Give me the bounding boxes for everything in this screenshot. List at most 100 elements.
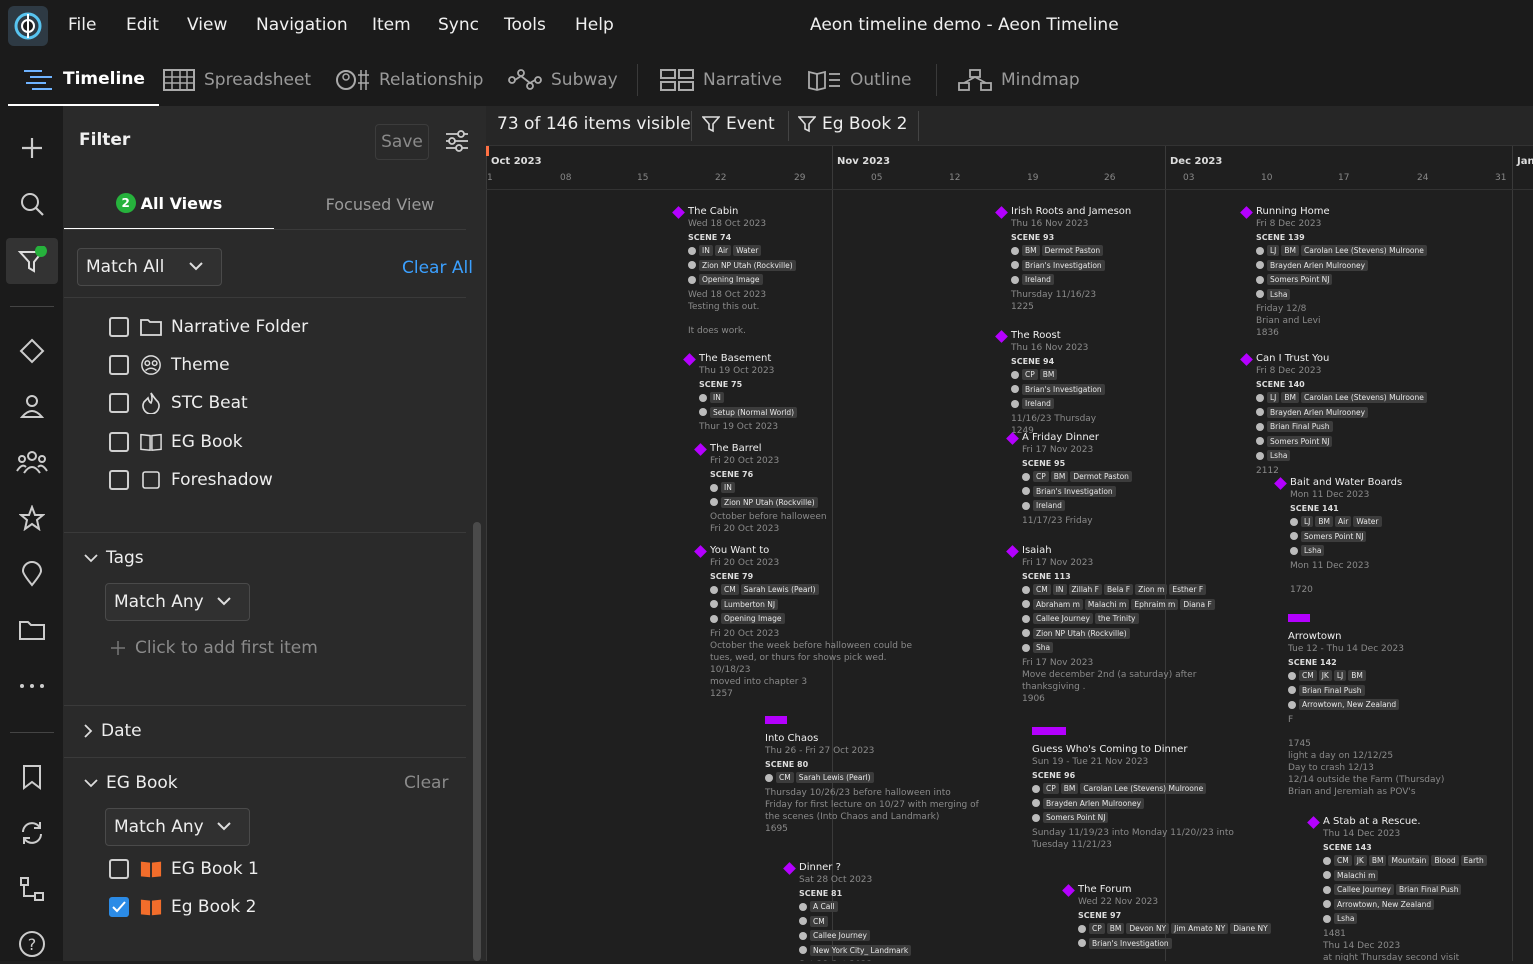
eg-book-section-header[interactable]: EG Book bbox=[84, 773, 178, 793]
event-tag[interactable]: BM bbox=[1368, 855, 1387, 866]
event-tag[interactable]: A Call bbox=[810, 901, 838, 912]
person-icon[interactable] bbox=[12, 386, 52, 426]
event-tag[interactable]: Somers Point NJ bbox=[1267, 435, 1333, 447]
eg-book-match-dropdown[interactable]: Match Any bbox=[105, 808, 250, 846]
aeon-logo-icon[interactable] bbox=[8, 6, 48, 46]
event-tag[interactable]: Lumberton NJ bbox=[721, 598, 779, 610]
timeline-event[interactable]: Running Home Fri 8 Dec 2023 SCENE 139 LJ BM C… bbox=[1240, 206, 1533, 339]
event-tag[interactable]: Brian's Investigation bbox=[1033, 485, 1116, 497]
event-diamond-icon[interactable] bbox=[995, 330, 1008, 343]
add-first-tag-button[interactable]: Click to add first item bbox=[110, 638, 318, 658]
event-tag[interactable]: Setup (Normal World) bbox=[710, 406, 798, 418]
event-tag[interactable]: Dermot Paston bbox=[1070, 471, 1132, 482]
timeline-event[interactable]: Into Chaos Thu 26 - Fri 27 Oct 2023 SCENE … bbox=[765, 716, 1065, 835]
event-tag[interactable]: Sha bbox=[1033, 642, 1054, 653]
eg-book-clear-link[interactable]: Clear bbox=[404, 773, 448, 793]
tab-focused-view[interactable]: Focused View bbox=[274, 178, 486, 230]
event-diamond-icon[interactable] bbox=[694, 443, 707, 456]
event-diamond-icon[interactable] bbox=[995, 206, 1008, 219]
type-filter-theme[interactable]: Theme bbox=[109, 352, 230, 378]
event-tag[interactable]: Callee Journey bbox=[810, 930, 870, 941]
tab-outline[interactable]: Outline bbox=[807, 54, 912, 106]
event-tag[interactable]: Lsha bbox=[1301, 545, 1325, 556]
event-tag[interactable]: Somers Point NJ bbox=[1301, 530, 1367, 542]
date-section-header[interactable]: Date bbox=[84, 721, 142, 741]
clear-all-link[interactable]: Clear All bbox=[402, 258, 473, 278]
event-duration-bar[interactable] bbox=[765, 716, 787, 724]
event-tag[interactable]: Air bbox=[1335, 516, 1352, 527]
event-tag[interactable]: Mountain bbox=[1388, 855, 1430, 866]
timeline-event[interactable]: The Barrel Fri 20 Oct 2023 SCENE 76 IN Zion … bbox=[694, 443, 1010, 535]
group-icon[interactable] bbox=[12, 442, 52, 482]
event-tag[interactable]: Devon NY bbox=[1126, 923, 1170, 934]
event-tag[interactable]: Ireland bbox=[1022, 398, 1054, 409]
timeline-event[interactable]: The Cabin Wed 18 Oct 2023 SCENE 74 IN Air Wat… bbox=[672, 206, 988, 337]
event-tag[interactable]: Zion NP Utah (Rockville) bbox=[699, 259, 796, 271]
menu-view[interactable]: View bbox=[187, 15, 227, 35]
event-tag[interactable]: Diana F bbox=[1180, 598, 1215, 610]
more-icon[interactable] bbox=[12, 666, 52, 706]
timeline-event[interactable]: Can I Trust You Fri 8 Dec 2023 SCENE 140 LJ… bbox=[1240, 353, 1533, 477]
event-tag[interactable]: CM bbox=[1033, 584, 1051, 595]
event-tag[interactable]: Somers Point NJ bbox=[1267, 274, 1333, 285]
event-tag[interactable]: Bela F bbox=[1103, 584, 1134, 595]
event-tag[interactable]: BM bbox=[1022, 245, 1040, 256]
menu-navigation[interactable]: Navigation bbox=[256, 15, 348, 35]
event-tag[interactable]: Dermot Paston bbox=[1041, 245, 1104, 256]
tab-all-views[interactable]: 2 All Views bbox=[64, 178, 274, 230]
event-tag[interactable]: IN bbox=[699, 245, 713, 256]
event-tag[interactable]: Jim Amato NY bbox=[1171, 923, 1229, 934]
filter-settings-icon[interactable] bbox=[444, 128, 470, 158]
tags-match-dropdown[interactable]: Match Any bbox=[105, 583, 250, 621]
filter-chip-eg-book-2[interactable]: Eg Book 2 bbox=[798, 114, 907, 134]
timeline-event[interactable]: The Basement Thu 19 Oct 2023 SCENE 75 IN Set… bbox=[683, 353, 999, 433]
sync-icon[interactable] bbox=[12, 813, 52, 853]
event-tag[interactable]: New York City_ Landmark bbox=[810, 944, 912, 956]
event-tag[interactable]: CM bbox=[721, 584, 739, 595]
event-tag[interactable]: LJ bbox=[1333, 670, 1347, 681]
event-tag[interactable]: CM bbox=[1334, 855, 1352, 866]
bookmark-icon[interactable] bbox=[12, 757, 52, 797]
menu-tools[interactable]: Tools bbox=[504, 15, 546, 35]
tab-timeline[interactable]: Timeline bbox=[8, 54, 159, 106]
tags-section-header[interactable]: Tags bbox=[84, 548, 144, 568]
event-tag[interactable]: Arrowtown, New Zealand bbox=[1299, 699, 1400, 710]
tab-relationship[interactable]: Relationship bbox=[336, 54, 483, 106]
scrollbar-thumb[interactable] bbox=[473, 522, 481, 961]
event-tag[interactable]: Ireland bbox=[1022, 274, 1054, 285]
event-tag[interactable]: Carolan Lee (Stevens) Mulroone bbox=[1080, 783, 1207, 794]
event-tag[interactable]: CP bbox=[1089, 923, 1105, 934]
event-tag[interactable]: Callee Journey bbox=[1033, 613, 1093, 624]
event-tag[interactable]: the Trinity bbox=[1094, 613, 1139, 624]
event-tag[interactable]: Air bbox=[714, 245, 732, 256]
save-filter-button[interactable]: Save bbox=[375, 124, 429, 160]
tab-subway[interactable]: Subway bbox=[508, 54, 618, 106]
checkbox[interactable] bbox=[109, 317, 129, 337]
event-tag[interactable]: Zillah F bbox=[1068, 584, 1102, 595]
checkbox-checked[interactable] bbox=[109, 897, 129, 917]
menu-file[interactable]: File bbox=[68, 15, 96, 35]
event-tag[interactable]: Brian's Investigation bbox=[1022, 259, 1105, 271]
event-tag[interactable]: Carolan Lee (Stevens) Mulroone bbox=[1301, 392, 1427, 403]
type-filter-eg-book[interactable]: EG Book bbox=[109, 429, 243, 455]
event-tag[interactable]: Zion NP Utah (Rockville) bbox=[721, 496, 818, 508]
event-tag[interactable]: Brayden Arlen Mulrooney bbox=[1267, 259, 1369, 271]
event-tag[interactable]: BM bbox=[1281, 392, 1300, 403]
event-tag[interactable]: Brian's Investigation bbox=[1089, 937, 1172, 949]
event-diamond-icon[interactable] bbox=[12, 331, 52, 371]
date-ruler[interactable]: Oct 2023 Nov 2023 Dec 2023 Jan 1 08 15 22 29 05 12… bbox=[486, 146, 1533, 190]
filter-scrollbar[interactable] bbox=[468, 106, 484, 961]
timeline-event[interactable]: Isaiah Fri 17 Nov 2023 SCENE 113 CM IN Zillah… bbox=[1006, 545, 1322, 705]
event-diamond-icon[interactable] bbox=[783, 862, 796, 875]
event-tag[interactable]: BM bbox=[1106, 923, 1125, 934]
event-tag[interactable]: Abraham m bbox=[1033, 598, 1083, 610]
event-tag[interactable]: BM bbox=[1281, 245, 1300, 256]
location-icon[interactable] bbox=[12, 554, 52, 594]
event-tag[interactable]: Somers Point NJ bbox=[1043, 812, 1109, 823]
event-tag[interactable]: Brian's Investigation bbox=[1022, 383, 1105, 395]
timeline-event[interactable]: Arrowtown Tue 12 - Thu 14 Dec 2023 SCENE 1… bbox=[1288, 614, 1533, 798]
event-tag[interactable]: JK bbox=[1318, 670, 1332, 681]
checkbox[interactable] bbox=[109, 393, 129, 413]
event-diamond-icon[interactable] bbox=[683, 353, 696, 366]
event-tag[interactable]: Blood bbox=[1431, 855, 1459, 866]
